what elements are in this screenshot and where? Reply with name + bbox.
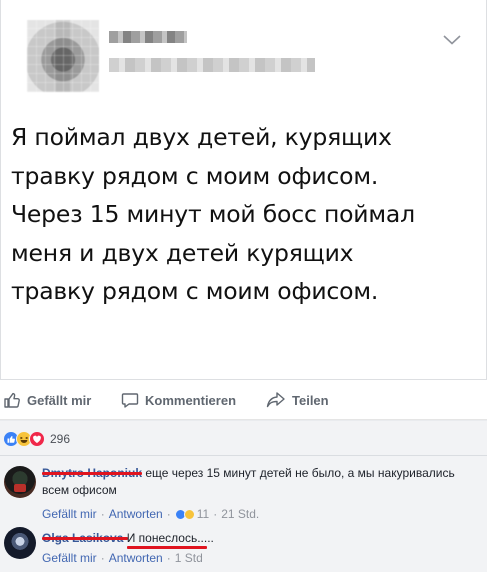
comment-like-link[interactable]: Gefällt mir (42, 507, 97, 521)
comment-bubble-icon (121, 391, 139, 409)
comment-author[interactable]: Dmytro Haponiuk (42, 466, 142, 480)
post-meta-blurred (109, 58, 315, 72)
comment-reaction-count: 11 (196, 507, 210, 521)
post-text-line: травку рядом с моим офисом. (11, 277, 379, 305)
post-text-line: Я поймал двух детей, курящих (11, 123, 392, 151)
thumbs-up-icon (3, 391, 21, 409)
separator-dot: · (100, 551, 105, 565)
separator-dot: · (100, 507, 105, 521)
reactions-summary[interactable]: 296 (3, 429, 70, 449)
post-text: Я поймал двух детей, курящих травку рядо… (11, 118, 476, 311)
comment-button-label: Kommentieren (145, 392, 237, 408)
share-button[interactable]: Teilen (266, 380, 329, 420)
redaction-mark (42, 472, 142, 475)
avatar[interactable] (4, 527, 36, 559)
comment-message: И понеслось..... (126, 531, 214, 545)
author-name-blurred[interactable] (109, 31, 187, 43)
comment-like-link[interactable]: Gefällt mir (42, 551, 97, 565)
post-text-line: Через 15 минут мой босс поймал (11, 200, 415, 228)
post-text-line: меня и двух детей курящих (11, 238, 354, 267)
comment-time[interactable]: 1 Std (175, 551, 203, 565)
divider (0, 455, 487, 456)
avatar[interactable] (4, 466, 36, 498)
separator-dot: · (166, 551, 171, 565)
reaction-count: 296 (50, 432, 71, 446)
author-avatar-blurred[interactable] (27, 20, 99, 92)
redaction-mark (42, 537, 128, 540)
like-button-label: Gefällt mir (27, 392, 92, 408)
post-action-bar: Gefällt mir Kommentieren Teilen (0, 380, 487, 420)
comment-reactions[interactable] (174, 508, 195, 520)
comment-text: Dmytro Haponiuk еще через 15 минут детей… (42, 465, 472, 499)
post-card: Я поймал двух детей, курящих травку рядо… (0, 0, 487, 380)
love-icon (29, 431, 45, 447)
comments-section: 296 Dmytro Haponiuk еще через 15 минут д… (0, 421, 487, 572)
comment-button[interactable]: Kommentieren (121, 380, 236, 420)
comment-meta: Gefällt mir · Antworten · 1 Std (42, 551, 203, 565)
like-button[interactable]: Gefällt mir (3, 380, 91, 420)
redaction-mark (126, 546, 207, 549)
post-text-line: травку рядом с моим офисом. (11, 161, 379, 190)
share-button-label: Teilen (292, 392, 329, 408)
comment-reply-link[interactable]: Antworten (109, 507, 163, 521)
separator-dot: · (213, 507, 218, 521)
comment-reply-link[interactable]: Antworten (109, 551, 163, 565)
separator-dot: · (166, 507, 171, 521)
share-arrow-icon (266, 391, 286, 409)
comment-message-wrap: И понеслось..... (126, 531, 214, 549)
comment-text: Olga Lasikova И понеслось..... (42, 530, 472, 549)
comment-time[interactable]: 21 Std. (221, 507, 259, 521)
post-options-chevron-icon[interactable] (440, 32, 464, 48)
comment-author[interactable]: Olga Lasikova (42, 531, 128, 545)
haha-icon (183, 508, 195, 520)
comment-meta: Gefällt mir · Antworten · 11 · 21 Std. (42, 507, 259, 521)
